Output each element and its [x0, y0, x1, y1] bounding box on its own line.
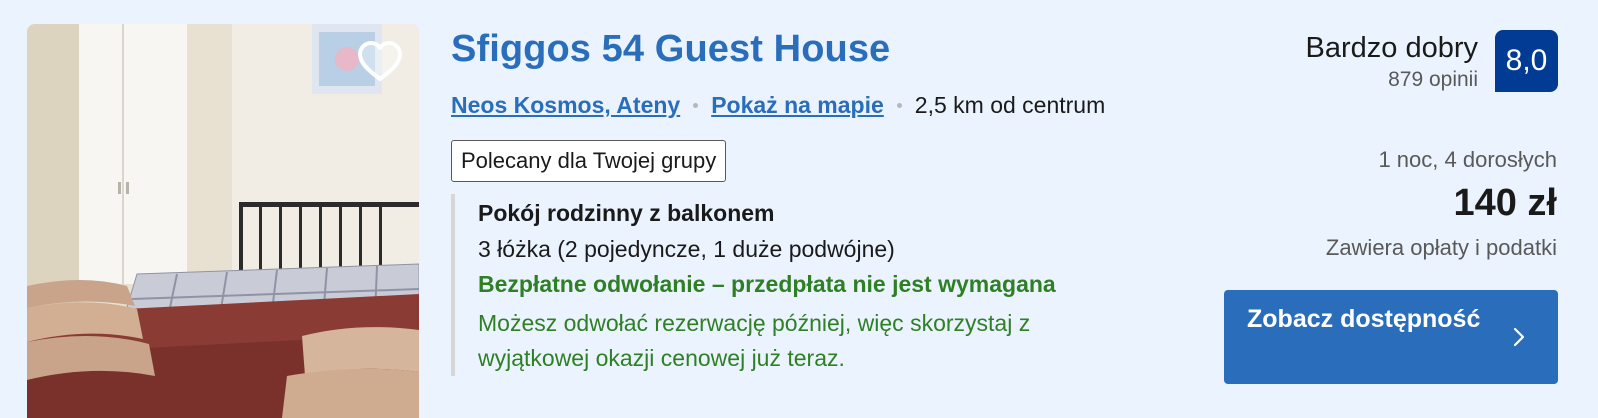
- taxes-note: Zawiera opłaty i podatki: [1325, 235, 1557, 260]
- review-count: 879 opinii: [1388, 68, 1478, 91]
- separator-dot: [896, 103, 902, 108]
- rating-word: Bardzo dobry: [1305, 32, 1479, 64]
- room-details: Pokój rodzinny z balkonem 3 łóżka (2 poj…: [451, 194, 1175, 376]
- property-card: Sfiggos 54 Guest House Neos Kosmos, Aten…: [0, 0, 1598, 418]
- review-score-badge: 8,0: [1495, 30, 1558, 92]
- distance-from-centre: 2,5 km od centrum: [914, 92, 1106, 118]
- see-availability-button[interactable]: Zobacz dostępność: [1224, 290, 1558, 384]
- separator-dot: [693, 103, 699, 108]
- room-name: Pokój rodzinny z balkonem: [478, 200, 775, 226]
- see-availability-label: Zobacz dostępność: [1247, 305, 1481, 333]
- location-link[interactable]: Neos Kosmos, Ateny: [451, 92, 680, 119]
- show-on-map-link[interactable]: Pokaż na mapie: [711, 92, 884, 119]
- chevron-right-icon: [1513, 327, 1525, 347]
- room-beds: 3 łóżka (2 pojedyncze, 1 duże podwójne): [478, 236, 895, 262]
- recommended-badge: Polecany dla Twojej grupy: [451, 140, 727, 182]
- location-line: Neos Kosmos, Ateny Pokaż na mapie 2,5 km…: [451, 92, 1105, 119]
- free-cancellation-title: Bezpłatne odwołanie – przedpłata nie jes…: [478, 271, 1056, 297]
- price: 140 zł: [1453, 182, 1557, 224]
- free-cancellation-text: Możesz odwołać rezerwację później, więc …: [478, 310, 1031, 371]
- heart-icon: [358, 41, 402, 81]
- stay-summary: 1 noc, 4 dorosłych: [1378, 147, 1557, 172]
- property-title[interactable]: Sfiggos 54 Guest House: [451, 28, 890, 71]
- favorite-button[interactable]: [356, 38, 404, 86]
